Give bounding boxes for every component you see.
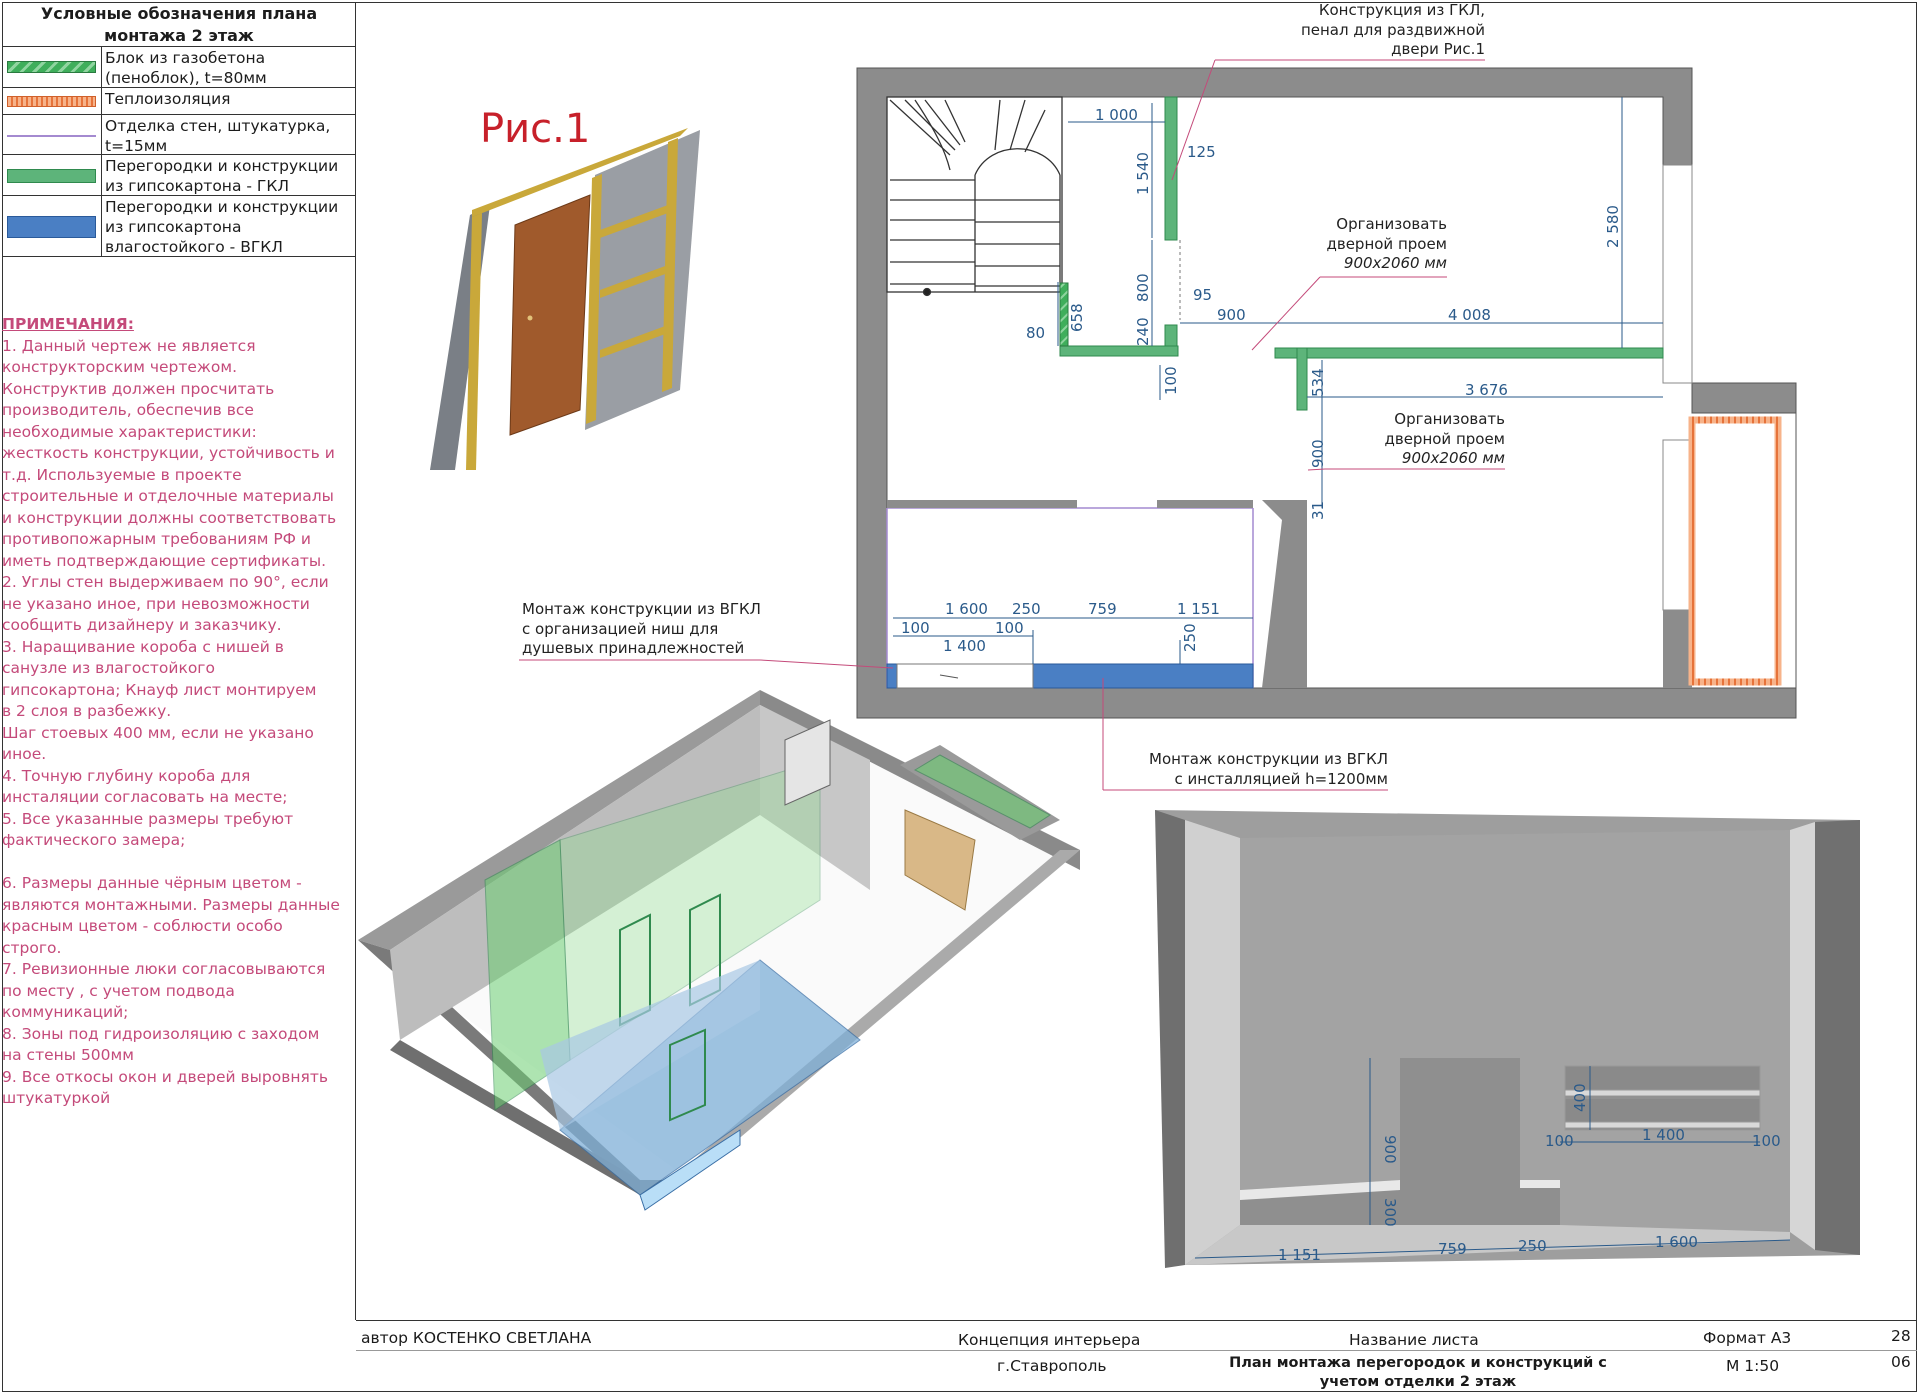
dim-759: 759: [1088, 600, 1117, 618]
paper-format: Формат А3: [1703, 1329, 1792, 1347]
window-right-top: [1662, 164, 1693, 384]
annotation-door-1: Организовать дверной проем 900х2060 мм: [1326, 215, 1447, 272]
elev-dim-400: 400: [1571, 1083, 1589, 1112]
project-name: Концепция интерьера: [958, 1331, 1141, 1349]
annotation-vgkl-install: Монтаж конструкции из ВГКЛ с инсталляцие…: [1149, 750, 1388, 788]
shower-niche: [896, 663, 1034, 689]
dim-250b: 250: [1181, 623, 1199, 652]
dim-1151: 1 151: [1177, 600, 1220, 618]
dim-100a: 100: [1162, 366, 1180, 395]
dim-658: 658: [1068, 303, 1086, 332]
elev-dim-1400: 1 400: [1642, 1126, 1685, 1144]
elev-dim-250: 250: [1518, 1237, 1547, 1255]
dim-80: 80: [1026, 324, 1045, 342]
dim-2580: 2 580: [1604, 205, 1622, 248]
page-number: 28: [1891, 1327, 1911, 1345]
dim-31: 31: [1309, 501, 1327, 520]
annotation-gkl-case: Конструкция из ГКЛ, пенал для раздвижной…: [1300, 1, 1485, 58]
bathroom-wall-left: [887, 500, 1077, 508]
city: г.Ставрополь: [997, 1357, 1107, 1375]
dim-95: 95: [1193, 286, 1212, 304]
sheet-name: План монтажа перегородок и конструкций с…: [1229, 1355, 1607, 1390]
balcony-insulation: [1688, 416, 1782, 686]
plaster-lines: [886, 507, 1254, 688]
staircase: [886, 96, 1063, 297]
isometric-3d-view: [358, 690, 1080, 1211]
shower-niches: [1564, 1065, 1761, 1131]
dim-4008: 4 008: [1448, 306, 1491, 324]
door-handle: [527, 315, 533, 321]
elev-dim-300: 300: [1381, 1198, 1399, 1227]
sliding-door-pocket-illustration: [430, 128, 700, 470]
dim-125: 125: [1187, 143, 1216, 161]
dim-100b: 100: [901, 619, 930, 637]
dim-1600: 1 600: [945, 600, 988, 618]
dim-1400: 1 400: [943, 637, 986, 655]
elev-dim-100a: 100: [1545, 1132, 1574, 1150]
sliding-door-leaf: [509, 194, 591, 436]
sheet-name-label: Название листа: [1349, 1331, 1479, 1349]
author: автор КОСТЕНКО СВЕТЛАНА: [361, 1329, 592, 1347]
dim-3676: 3 676: [1465, 381, 1508, 399]
dim-534: 534: [1309, 368, 1327, 397]
annotation-vgkl-niches: Монтаж конструкции из ВГКЛ с организацие…: [522, 600, 761, 657]
dim-1540: 1 540: [1134, 152, 1152, 195]
dim-100c: 100: [995, 619, 1024, 637]
bathroom-wall-right: [1157, 500, 1253, 508]
dim-900a: 900: [1217, 306, 1246, 324]
elev-dim-900: 900: [1381, 1135, 1399, 1164]
window-balcony: [1662, 439, 1693, 611]
elev-dim-1600: 1 600: [1655, 1233, 1698, 1251]
title-block: автор КОСТЕНКО СВЕТЛАНА Концепция интерь…: [356, 1320, 1917, 1392]
elev-dim-1151: 1 151: [1278, 1246, 1321, 1264]
elev-dim-759: 759: [1438, 1240, 1467, 1258]
bathroom-elevation: [1155, 810, 1860, 1268]
dim-240: 240: [1134, 317, 1152, 346]
dim-250a: 250: [1012, 600, 1041, 618]
elev-dim-100b: 100: [1752, 1132, 1781, 1150]
dim-1000: 1 000: [1095, 106, 1138, 124]
dim-800: 800: [1134, 273, 1152, 302]
annotation-door-2: Организовать дверной проем 900х2060 мм: [1384, 410, 1505, 467]
drawing-canvas: 1 000 1 540 125 2 580 800 95 80 658 240 …: [358, 59, 1860, 1268]
scale: М 1:50: [1726, 1357, 1780, 1375]
gasblock-wall: [1059, 282, 1069, 347]
sheet-number: 06: [1891, 1353, 1911, 1371]
